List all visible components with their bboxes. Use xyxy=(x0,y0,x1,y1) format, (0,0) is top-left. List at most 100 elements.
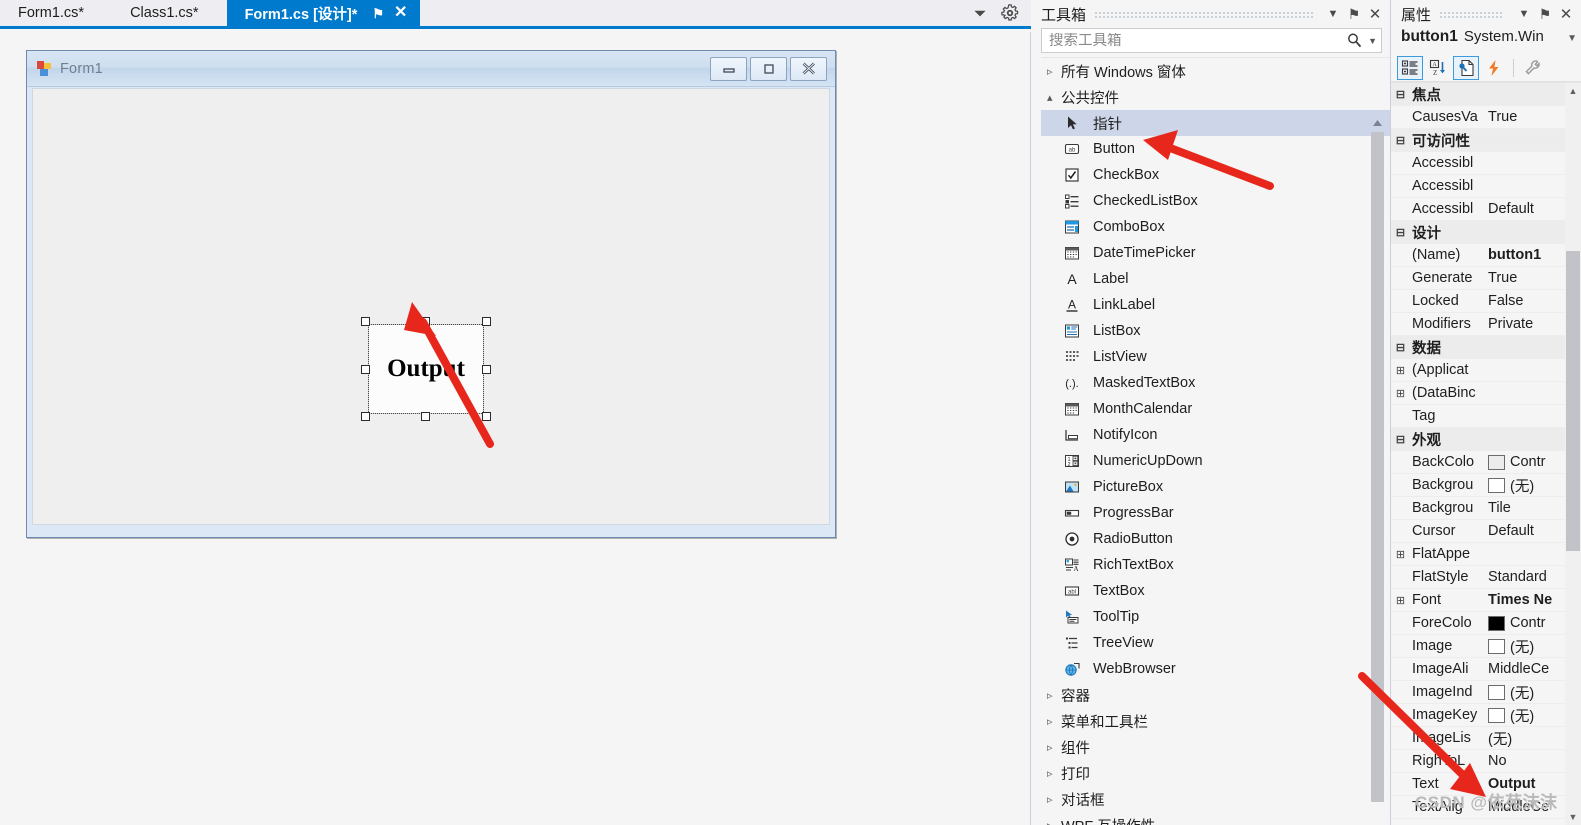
toolbox-item-linklabel[interactable]: A LinkLabel xyxy=(1041,292,1390,318)
scroll-up-arrow-icon[interactable]: ▲ xyxy=(1565,83,1581,99)
property-row[interactable]: ⊞ (DataBinc xyxy=(1391,382,1581,405)
collapse-box-icon[interactable]: ⊟ xyxy=(1391,134,1410,147)
property-row[interactable]: Generate True xyxy=(1391,267,1581,290)
properties-page-button[interactable] xyxy=(1453,55,1479,80)
property-row[interactable]: Locked False xyxy=(1391,290,1581,313)
property-grid[interactable]: ⊟ 焦点 CausesVa True ⊟ 可访问性 Accessibl Accessibl Ac… xyxy=(1391,82,1581,825)
events-button[interactable] xyxy=(1481,56,1507,80)
property-row[interactable]: ImageKey (无) xyxy=(1391,704,1581,727)
toolbox-item-label[interactable]: A Label xyxy=(1041,266,1390,292)
tab-form1-cs-design[interactable]: Form1.cs [设计]* ⚑ ✕ xyxy=(226,0,421,26)
resize-handle-nw[interactable] xyxy=(361,317,370,326)
gear-icon[interactable] xyxy=(1001,4,1019,22)
toolbox-item-radiobutton[interactable]: RadioButton xyxy=(1041,526,1390,552)
close-button[interactable] xyxy=(790,56,827,81)
toolbox-item-notifyicon[interactable]: NotifyIcon xyxy=(1041,422,1390,448)
resize-handle-s[interactable] xyxy=(421,412,430,421)
toolbox-item-listbox[interactable]: ListBox xyxy=(1041,318,1390,344)
property-row[interactable]: Accessibl xyxy=(1391,152,1581,175)
chevron-down-icon[interactable]: ▼ xyxy=(1515,5,1533,23)
toolbox-item-monthcalendar[interactable]: MonthCalendar xyxy=(1041,396,1390,422)
toolbox-item-checkedlistbox[interactable]: CheckedListBox xyxy=(1041,188,1390,214)
collapsed-triangle-icon[interactable]: ▹ xyxy=(1047,819,1061,825)
property-row[interactable]: Accessibl Default xyxy=(1391,198,1581,221)
scroll-up-arrow-icon[interactable] xyxy=(1370,116,1385,130)
property-row[interactable]: Backgrou Tile xyxy=(1391,497,1581,520)
resize-handle-se[interactable] xyxy=(482,412,491,421)
collapsed-triangle-icon[interactable]: ▹ xyxy=(1047,689,1061,702)
property-row[interactable]: Backgrou (无) xyxy=(1391,474,1581,497)
search-icon[interactable] xyxy=(1346,32,1363,49)
close-icon[interactable]: ✕ xyxy=(1366,5,1384,23)
pin-icon[interactable]: ⚑ xyxy=(367,7,389,20)
expand-box-icon[interactable]: ⊞ xyxy=(1391,364,1410,377)
toolbox-scrollbar[interactable] xyxy=(1370,116,1385,821)
toolbox-item-maskedtextbox[interactable]: (.). MaskedTextBox xyxy=(1041,370,1390,396)
collapsed-triangle-icon[interactable]: ▹ xyxy=(1047,741,1061,754)
color-swatch[interactable] xyxy=(1488,454,1505,470)
tab-class1-cs[interactable]: Class1.cs* xyxy=(112,0,227,26)
close-icon[interactable]: ✕ xyxy=(1557,5,1575,23)
design-form-window[interactable]: Form1 Output xyxy=(26,50,836,538)
form-client-area[interactable]: Output xyxy=(32,88,830,525)
toolbox-item-指针[interactable]: 指针 xyxy=(1041,110,1390,136)
toolbox-category-b1[interactable]: ▹ 菜单和工具栏 xyxy=(1041,708,1390,734)
toolbox-item-datetimepicker[interactable]: DateTimePicker xyxy=(1041,240,1390,266)
chevron-down-icon[interactable] xyxy=(971,4,989,22)
toolbox-category-b2[interactable]: ▹ 组件 xyxy=(1041,734,1390,760)
property-row[interactable]: Accessibl xyxy=(1391,175,1581,198)
expand-box-icon[interactable]: ⊞ xyxy=(1391,387,1410,400)
toolbox-category-b0[interactable]: ▹ 容器 xyxy=(1041,682,1390,708)
tab-form1-cs[interactable]: Form1.cs* xyxy=(0,0,113,26)
toolbox-item-checkbox[interactable]: CheckBox xyxy=(1041,162,1390,188)
expand-box-icon[interactable]: ⊞ xyxy=(1391,594,1410,607)
toolbox-item-webbrowser[interactable]: WebBrowser xyxy=(1041,656,1390,682)
property-row[interactable]: TextAlig MiddleCe xyxy=(1391,796,1581,819)
collapse-box-icon[interactable]: ⊟ xyxy=(1391,88,1410,101)
expanded-triangle-icon[interactable]: ▴ xyxy=(1047,91,1061,104)
property-category-row[interactable]: ⊟ 焦点 xyxy=(1391,83,1581,106)
toolbox-tree[interactable]: ▹ 所有 Windows 窗体 ▴ 公共控件 指针 ab Button CheckBox Che… xyxy=(1041,57,1390,825)
color-swatch[interactable] xyxy=(1488,707,1505,723)
property-row[interactable]: Tag xyxy=(1391,405,1581,428)
maximize-button[interactable] xyxy=(750,56,787,81)
property-category-row[interactable]: ⊟ 外观 xyxy=(1391,428,1581,451)
property-row[interactable]: Image (无) xyxy=(1391,635,1581,658)
property-row[interactable]: Text Output xyxy=(1391,773,1581,796)
property-row[interactable]: Modifiers Private xyxy=(1391,313,1581,336)
toolbox-item-richtextbox[interactable]: A RichTextBox xyxy=(1041,552,1390,578)
toolbox-item-picturebox[interactable]: PictureBox xyxy=(1041,474,1390,500)
minimize-button[interactable] xyxy=(710,56,747,81)
property-row[interactable]: ImageLis (无) xyxy=(1391,727,1581,750)
property-row[interactable]: ImageInd (无) xyxy=(1391,681,1581,704)
toolbox-search-box[interactable]: ▼ xyxy=(1041,28,1382,53)
button1-control[interactable]: Output xyxy=(368,324,484,414)
toolbox-item-button[interactable]: ab Button xyxy=(1041,136,1390,162)
selected-object-selector[interactable]: button1 System.Win ▼ xyxy=(1391,28,1581,54)
resize-handle-sw[interactable] xyxy=(361,412,370,421)
collapsed-triangle-icon[interactable]: ▹ xyxy=(1047,65,1061,78)
toolbox-category-b3[interactable]: ▹ 打印 xyxy=(1041,760,1390,786)
resize-handle-w[interactable] xyxy=(361,365,370,374)
pin-icon[interactable]: ⚑ xyxy=(1345,5,1363,23)
toolbox-category-1[interactable]: ▴ 公共控件 xyxy=(1041,84,1390,110)
toolbox-item-textbox[interactable]: abl TextBox xyxy=(1041,578,1390,604)
resize-handle-ne[interactable] xyxy=(482,317,491,326)
color-swatch[interactable] xyxy=(1488,684,1505,700)
expand-box-icon[interactable]: ⊞ xyxy=(1391,548,1410,561)
collapsed-triangle-icon[interactable]: ▹ xyxy=(1047,715,1061,728)
drag-grip[interactable] xyxy=(1439,9,1504,19)
collapse-box-icon[interactable]: ⊟ xyxy=(1391,226,1410,239)
pin-icon[interactable]: ⚑ xyxy=(1536,5,1554,23)
search-input[interactable] xyxy=(1049,32,1347,49)
property-category-row[interactable]: ⊟ 数据 xyxy=(1391,336,1581,359)
collapsed-triangle-icon[interactable]: ▹ xyxy=(1047,767,1061,780)
scrollbar-thumb[interactable] xyxy=(1566,251,1580,551)
toolbox-item-treeview[interactable]: TreeView xyxy=(1041,630,1390,656)
close-icon[interactable]: ✕ xyxy=(389,5,412,21)
property-pages-wrench-button[interactable] xyxy=(1520,56,1546,80)
toolbox-item-numericupdown[interactable]: 1 2 NumericUpDown xyxy=(1041,448,1390,474)
property-row[interactable]: RighToL No xyxy=(1391,750,1581,773)
collapsed-triangle-icon[interactable]: ▹ xyxy=(1047,793,1061,806)
resize-handle-n[interactable] xyxy=(421,317,430,326)
